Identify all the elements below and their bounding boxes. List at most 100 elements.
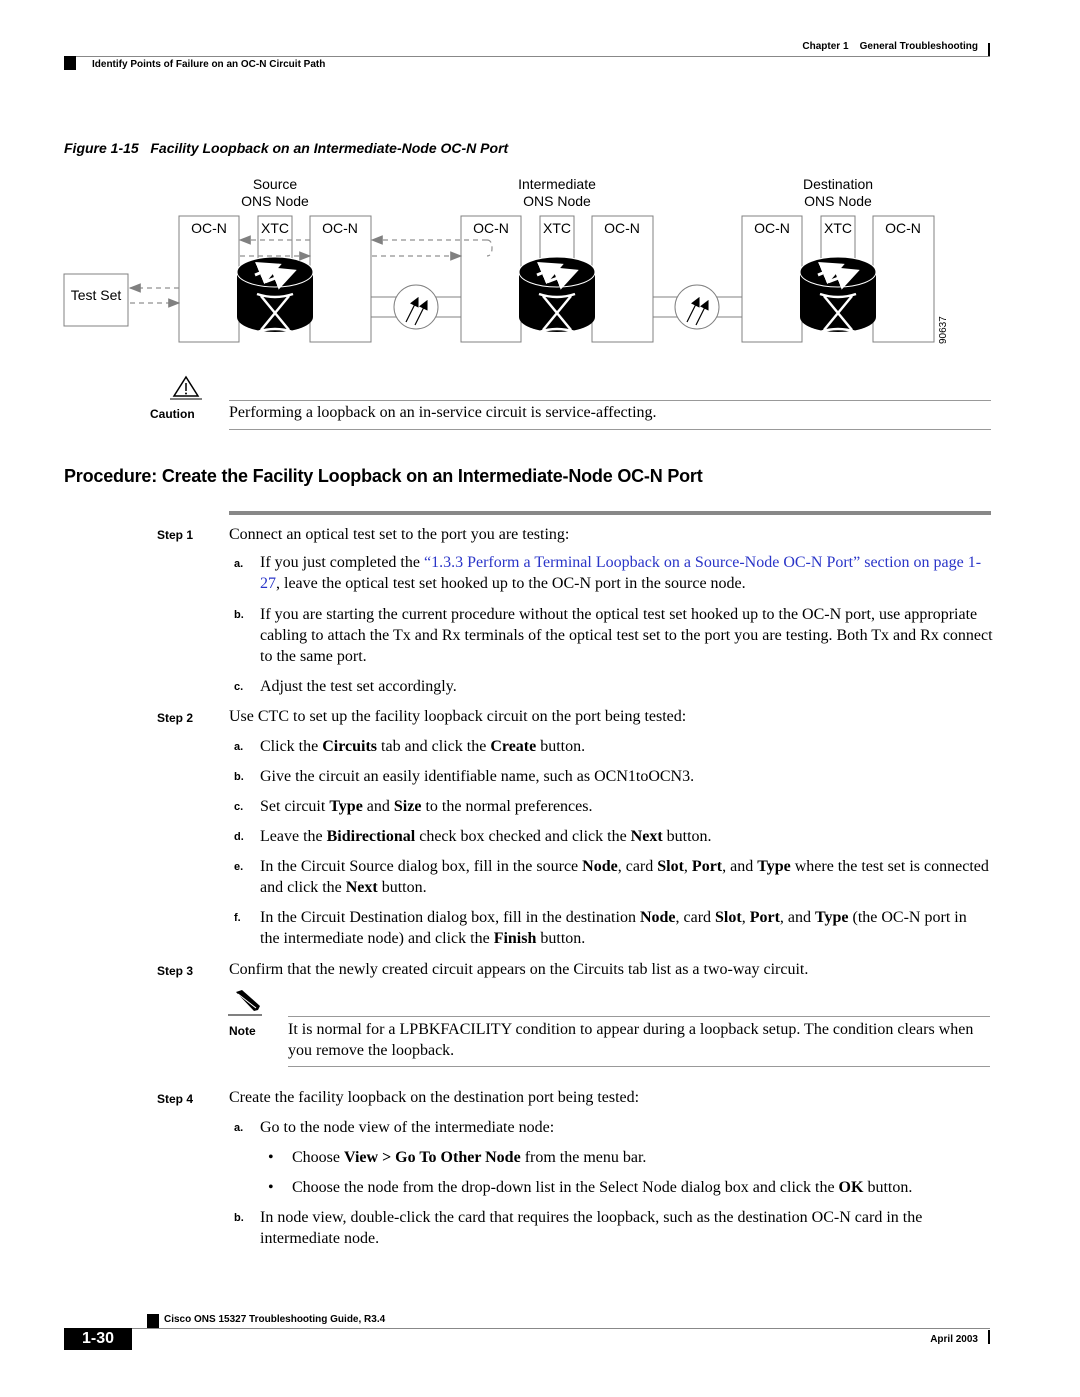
- page-number: 1-30: [64, 1328, 132, 1350]
- footer-marker: [147, 1314, 159, 1329]
- card-ocn-left-label: OC-N: [754, 220, 790, 236]
- card-ocn-right-label: OC-N: [322, 220, 358, 236]
- step-1a-letter: a.: [234, 558, 244, 570]
- test-set-label: Test Set: [71, 287, 122, 303]
- text-fragment: tab and click the: [377, 738, 491, 755]
- caution-rule-bottom: [229, 429, 991, 430]
- ui-term: Node: [582, 858, 618, 875]
- ui-term: OK: [838, 1179, 864, 1196]
- ui-term: Type: [757, 858, 791, 875]
- cross-connect-icon: [518, 256, 596, 334]
- section-title: Identify Points of Failure on an OC-N Ci…: [92, 59, 326, 70]
- step-2e-text: In the Circuit Source dialog box, fill i…: [260, 856, 990, 898]
- node-label-intermediate-2: ONS Node: [523, 193, 591, 209]
- cross-connect-icon: [799, 256, 877, 334]
- facility-loopback-diagram: Source ONS Node Intermediate ONS Node De…: [63, 176, 949, 344]
- node-label-destination-2: ONS Node: [804, 193, 872, 209]
- ui-term: Node: [639, 909, 676, 926]
- bullet-icon: •: [268, 1149, 274, 1166]
- text-fragment: Choose: [292, 1149, 344, 1166]
- step-1b-text: If you are starting the current procedur…: [260, 606, 993, 665]
- step-2a-letter: a.: [234, 741, 244, 753]
- text-fragment: , and: [779, 909, 816, 926]
- procedure-rule: [229, 511, 991, 515]
- step-2c-letter: c.: [234, 801, 244, 813]
- caution-rule-top: [229, 400, 991, 401]
- ui-term: Next: [345, 879, 378, 896]
- step-2d-letter: d.: [234, 831, 244, 843]
- figure-caption: Figure 1-15 Facility Loopback on an Inte…: [64, 140, 509, 156]
- caution-label: Caution: [150, 407, 195, 421]
- card-ocn-left-label: OC-N: [473, 220, 509, 236]
- ui-term: Slot: [657, 858, 684, 875]
- step-1a-post: , leave the optical test set hooked up t…: [276, 575, 746, 592]
- step-1c-text: Adjust the test set accordingly.: [260, 678, 457, 695]
- caution-text: Performing a loopback on an in-service c…: [229, 404, 657, 421]
- card-xtc-label: XTC: [261, 220, 289, 236]
- header-rule: [64, 56, 990, 57]
- text-fragment: Leave the: [260, 828, 327, 845]
- ui-term: Create: [490, 738, 537, 755]
- step-4a-text: Go to the node view of the intermediate …: [260, 1119, 555, 1136]
- card-xtc-label: XTC: [824, 220, 852, 236]
- text-fragment: , and: [722, 858, 758, 875]
- text-fragment: button.: [662, 828, 712, 845]
- card-ocn-left-label: OC-N: [191, 220, 227, 236]
- step-3-label: Step 3: [157, 964, 194, 978]
- caution-icon: [170, 375, 202, 400]
- step-4a-bullet-2: Choose the node from the drop-down list …: [292, 1177, 912, 1198]
- text-fragment: button.: [536, 930, 586, 947]
- text-fragment: and: [362, 798, 394, 815]
- text-fragment: button.: [536, 738, 586, 755]
- step-4b-text: In node view, double-click the card that…: [260, 1209, 923, 1247]
- note-text: It is normal for a LPBKFACILITY conditio…: [288, 1021, 974, 1059]
- note-label: Note: [229, 1024, 256, 1038]
- ui-term: Port: [691, 858, 723, 875]
- text-fragment: In the Circuit Destination dialog box, f…: [260, 909, 640, 926]
- note-rule-top: [288, 1016, 990, 1017]
- text-fragment: from the menu bar.: [520, 1149, 647, 1166]
- step-4-label: Step 4: [157, 1092, 194, 1106]
- ui-term: Next: [630, 828, 663, 845]
- text-fragment: check box checked and click the: [415, 828, 631, 845]
- step-1b-letter: b.: [234, 609, 244, 621]
- text-fragment: , card: [675, 909, 716, 926]
- text-fragment: Choose the node from the drop-down list …: [292, 1179, 839, 1196]
- header-bar: [988, 43, 990, 57]
- chapter-title: General Troubleshooting: [859, 41, 978, 52]
- figure-id: 90637: [938, 316, 949, 344]
- text-fragment: to the normal preferences.: [421, 798, 593, 815]
- ui-term: Size: [393, 798, 422, 815]
- step-2e-letter: e.: [234, 861, 244, 873]
- text-fragment: button.: [863, 1179, 913, 1196]
- text-fragment: Set circuit: [260, 798, 330, 815]
- note-rule-bottom: [288, 1066, 990, 1067]
- step-2-text: Use CTC to set up the facility loopback …: [229, 708, 687, 725]
- card-ocn-right-label: OC-N: [885, 220, 921, 236]
- step-2b-text: Give the circuit an easily identifiable …: [260, 768, 695, 785]
- footer-rule: [130, 1328, 990, 1329]
- step-2b-letter: b.: [234, 771, 244, 783]
- step-3-text: Confirm that the newly created circuit a…: [229, 961, 809, 978]
- text-fragment: button.: [377, 879, 427, 896]
- menu-path: View > Go To Other Node: [344, 1149, 521, 1166]
- amplifier-icon-2: [674, 284, 720, 330]
- step-2a-text: Click the Circuits tab and click the Cre…: [260, 736, 585, 757]
- card-xtc-label: XTC: [543, 220, 571, 236]
- node-label-source-2: ONS Node: [241, 193, 309, 209]
- step-1a-text: If you just completed the “1.3.3 Perform…: [260, 552, 990, 594]
- text-fragment: ,: [741, 909, 750, 926]
- source-node: OC-N XTC OC-N: [178, 215, 372, 343]
- ui-term: Type: [815, 909, 849, 926]
- header-chapter: Chapter 1 General Troubleshooting: [760, 41, 978, 52]
- step-4a-letter: a.: [234, 1122, 244, 1134]
- step-2-label: Step 2: [157, 711, 194, 725]
- ui-term: Bidirectional: [326, 828, 416, 845]
- step-1a-pre: If you just completed the: [260, 554, 424, 571]
- header-marker: [64, 56, 76, 70]
- node-label-destination-1: Destination: [803, 176, 873, 192]
- footer-date: April 2003: [930, 1334, 978, 1345]
- procedure-title: Procedure: Create the Facility Loopback …: [64, 466, 703, 486]
- cross-connect-icon: [236, 256, 314, 334]
- step-4a-bullet-1: Choose View > Go To Other Node from the …: [292, 1147, 646, 1168]
